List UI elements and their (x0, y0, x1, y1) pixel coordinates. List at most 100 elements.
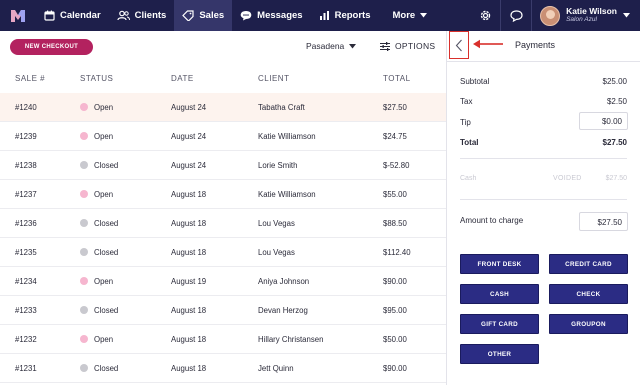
cash-amount: $27.50 (605, 175, 627, 182)
nav-more[interactable]: More (385, 0, 436, 31)
column-header-total[interactable]: TOTAL (383, 74, 411, 83)
client-name: Tabatha Craft (258, 103, 305, 112)
client-name: Aniya Johnson (258, 277, 310, 286)
payment-button-credit-card[interactable]: CREDIT CARD (549, 254, 628, 274)
sale-date: August 19 (171, 277, 207, 286)
payment-button-groupon[interactable]: GROUPON (549, 314, 628, 334)
status-text: Closed (94, 248, 119, 257)
sale-date: August 24 (171, 132, 207, 141)
status-dot (80, 190, 88, 198)
status-text: Closed (94, 306, 119, 315)
subtotal-label: Subtotal (460, 77, 490, 86)
panel-header-divider (447, 61, 640, 62)
table-row[interactable]: #1240 Open August 24 Tabatha Craft $27.50 (0, 93, 446, 122)
sale-number: #1231 (15, 364, 37, 373)
nav-sales[interactable]: Sales (174, 0, 233, 31)
client-name: Jett Quinn (258, 364, 294, 373)
tax-label: Tax (460, 97, 473, 106)
sale-date: August 24 (171, 161, 207, 170)
nav-sales-label: Sales (199, 10, 225, 21)
tag-icon (182, 10, 194, 21)
total-label: Total (460, 138, 479, 147)
status-dot (80, 219, 88, 227)
payment-button-check[interactable]: CHECK (549, 284, 628, 304)
tax-row: Tax $2.50 (460, 97, 627, 106)
new-checkout-button[interactable]: NEW CHECKOUT (10, 39, 93, 55)
amount-to-charge-input[interactable]: $27.50 (579, 212, 628, 231)
user-menu[interactable]: Katie Wilson Salon Azul (532, 0, 640, 31)
sale-date: August 18 (171, 364, 207, 373)
sales-table-body: #1240 Open August 24 Tabatha Craft $27.50 #12… (0, 93, 446, 383)
amount-label: Amount to charge (460, 216, 524, 225)
payment-button-other[interactable]: OTHER (460, 344, 539, 364)
sale-date: August 18 (171, 190, 207, 199)
sale-number: #1239 (15, 132, 37, 141)
collapse-panel-button[interactable] (449, 31, 469, 59)
chevron-left-icon (455, 39, 462, 51)
client-name: Lou Vegas (258, 219, 295, 228)
nav-calendar[interactable]: Calendar (36, 0, 109, 31)
chat-button[interactable] (501, 0, 531, 31)
sale-total: $112.40 (383, 248, 411, 257)
sale-total: $88.50 (383, 219, 407, 228)
settings-button[interactable] (470, 0, 500, 31)
table-row[interactable]: #1233 Closed August 18 Devan Herzog $95.00 (0, 296, 446, 325)
nav-calendar-label: Calendar (60, 10, 101, 21)
client-name: Katie Williamson (258, 190, 316, 199)
cash-label: Cash (460, 175, 477, 182)
table-row[interactable]: #1232 Open August 18 Hillary Christansen $50… (0, 325, 446, 354)
user-name: Katie Wilson (566, 6, 617, 16)
sale-number: #1232 (15, 335, 37, 344)
chevron-down-icon (420, 13, 428, 18)
table-row[interactable]: #1236 Closed August 18 Lou Vegas $88.50 (0, 209, 446, 238)
status-dot (80, 306, 88, 314)
sale-total: $24.75 (383, 132, 407, 141)
options-button[interactable]: OPTIONS (380, 41, 435, 51)
table-row[interactable]: #1234 Open August 19 Aniya Johnson $90.00 (0, 267, 446, 296)
table-row[interactable]: #1231 Closed August 18 Jett Quinn $90.00 (0, 354, 446, 383)
chevron-down-icon (349, 43, 357, 48)
calendar-icon (44, 10, 55, 21)
nav-reports[interactable]: Reports (311, 0, 379, 31)
sale-date: August 24 (171, 103, 207, 112)
status-dot (80, 132, 88, 140)
column-header-status[interactable]: STATUS (80, 74, 113, 83)
table-row[interactable]: #1239 Open August 24 Katie Williamson $24.75 (0, 122, 446, 151)
column-header-client[interactable]: CLIENT (258, 74, 289, 83)
column-header-sale[interactable]: SALE # (15, 74, 45, 83)
sale-date: August 18 (171, 306, 207, 315)
chat-icon (240, 11, 252, 21)
avatar (540, 5, 561, 26)
logo-icon (11, 9, 25, 22)
table-row[interactable]: #1238 Closed August 24 Lorie Smith $-52.80 (0, 151, 446, 180)
annotation-arrow-icon (473, 39, 503, 49)
table-row[interactable]: #1235 Closed August 18 Lou Vegas $112.40 (0, 238, 446, 267)
tip-input[interactable]: $0.00 (579, 112, 628, 130)
sale-number: #1237 (15, 190, 37, 199)
nav-clients[interactable]: Clients (109, 0, 175, 31)
payment-button-gift-card[interactable]: GIFT CARD (460, 314, 539, 334)
sliders-icon (380, 41, 390, 51)
app-logo[interactable] (0, 0, 36, 31)
sale-total: $50.00 (383, 335, 407, 344)
status-dot (80, 364, 88, 372)
tax-value: $2.50 (606, 97, 627, 106)
status-dot (80, 277, 88, 285)
sale-number: #1235 (15, 248, 37, 257)
payment-button-front-desk[interactable]: FRONT DESK (460, 254, 539, 274)
sale-number: #1238 (15, 161, 37, 170)
location-dropdown[interactable]: Pasadena (306, 41, 357, 51)
payment-button-cash[interactable]: CASH (460, 284, 539, 304)
status-dot (80, 161, 88, 169)
sale-number: #1236 (15, 219, 37, 228)
top-nav: Calendar Clients Sales Messages Reports (0, 0, 640, 31)
column-header-date[interactable]: DATE (171, 74, 194, 83)
nav-messages[interactable]: Messages (232, 0, 310, 31)
client-name: Devan Herzog (258, 306, 308, 315)
status-text: Open (94, 277, 114, 286)
table-row[interactable]: #1237 Open August 18 Katie Williamson $55.00 (0, 180, 446, 209)
sale-total: $95.00 (383, 306, 407, 315)
status-text: Closed (94, 219, 119, 228)
status-dot (80, 103, 88, 111)
client-name: Lou Vegas (258, 248, 295, 257)
